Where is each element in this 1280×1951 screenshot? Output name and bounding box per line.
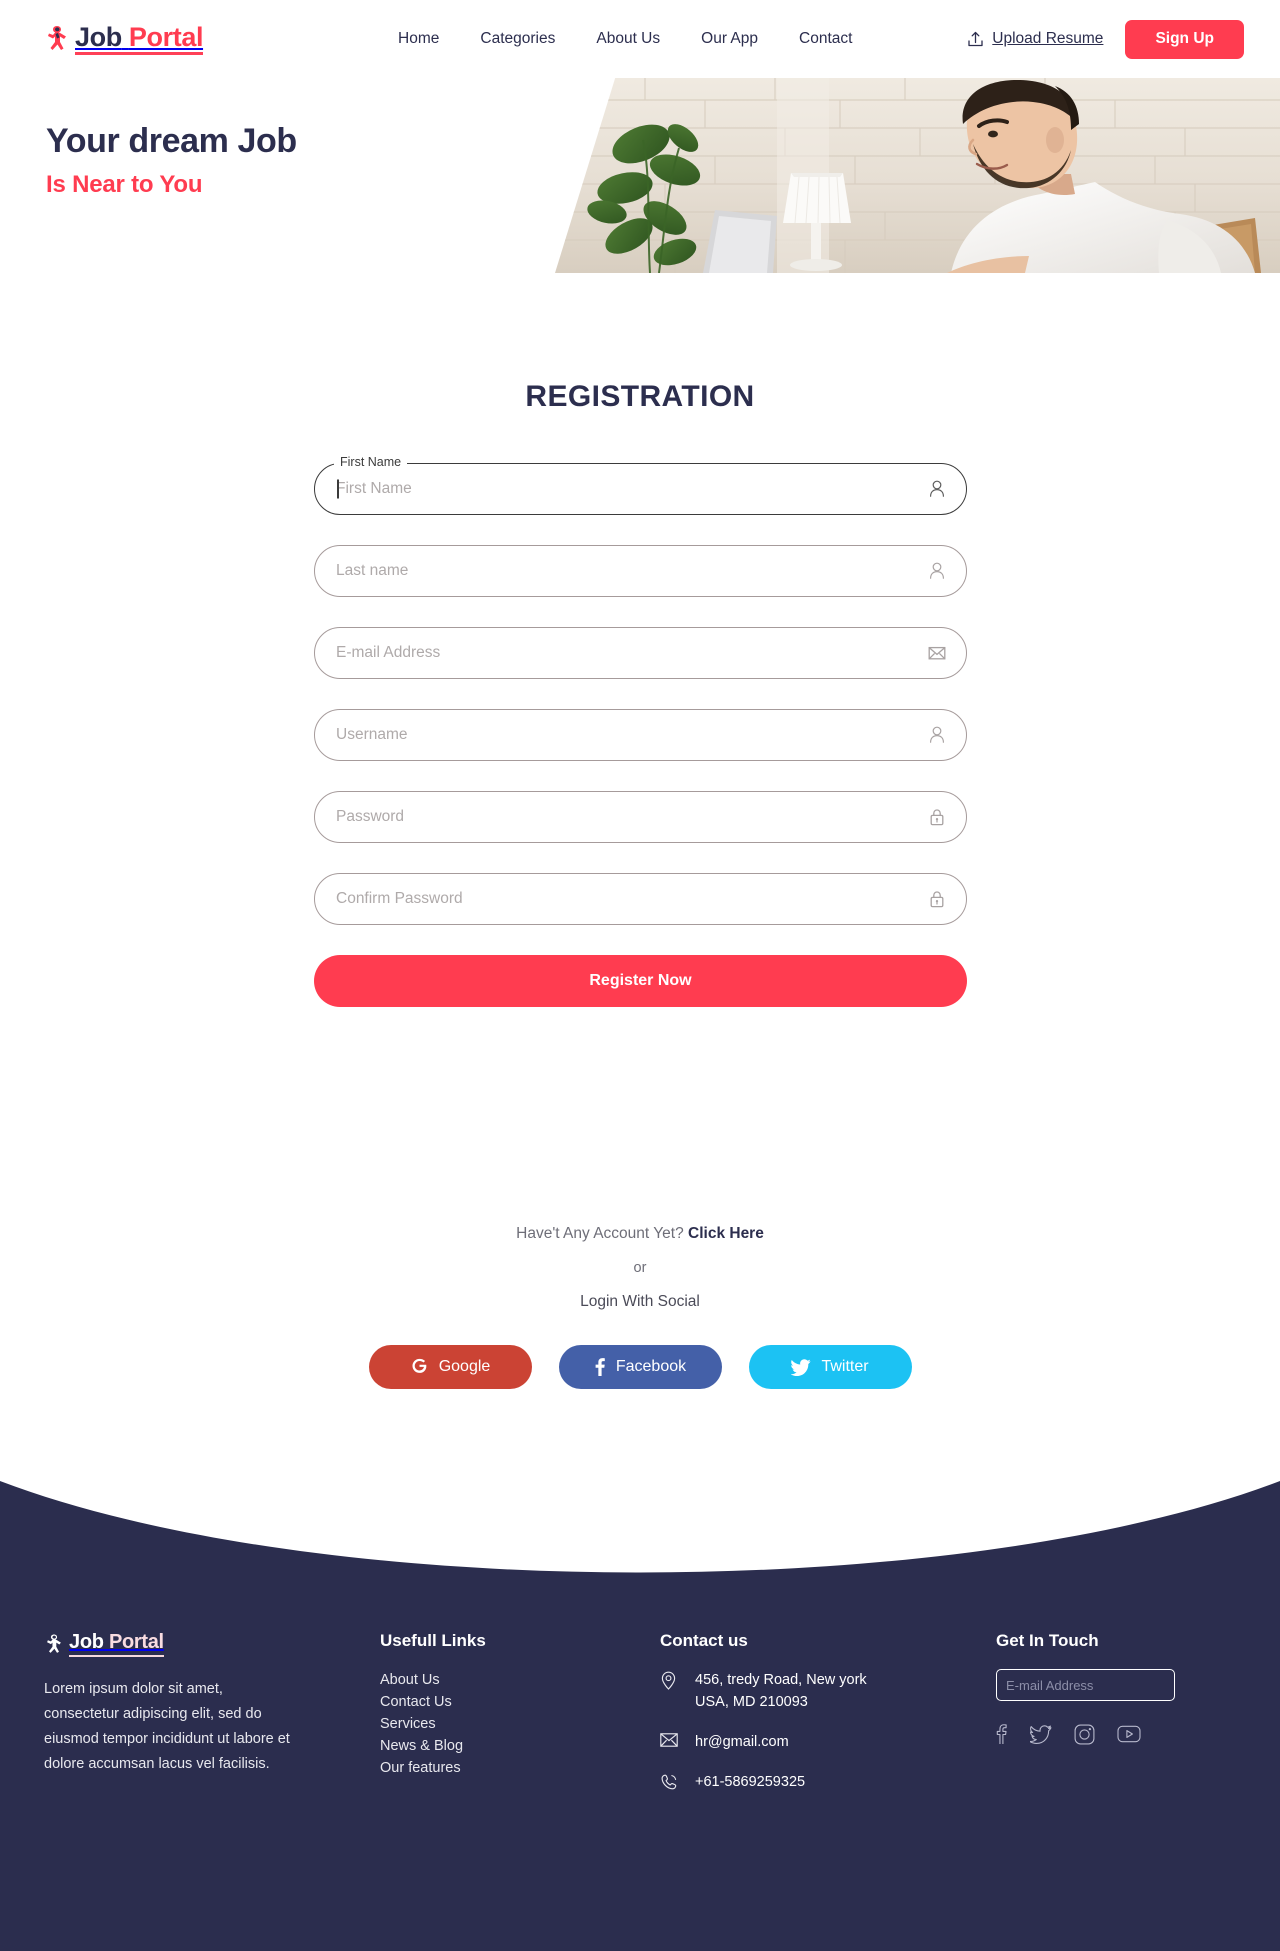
site-logo[interactable]: Job Portal — [44, 21, 204, 56]
footer-brand-column: Job Portal Lorem ipsum dolor sit amet, c… — [44, 1631, 380, 1814]
username-input[interactable] — [314, 709, 967, 761]
hero-section: Your dream Job Is Near to You — [0, 78, 1280, 273]
site-footer: Job Portal Lorem ipsum dolor sit amet, c… — [0, 1481, 1280, 1951]
runner-logo-icon — [47, 1634, 61, 1653]
footer-address-line-1: 456, tredy Road, New york — [695, 1672, 867, 1688]
footer-link-our-features[interactable]: Our features — [380, 1760, 660, 1776]
facebook-login-button[interactable]: Facebook — [558, 1345, 722, 1389]
click-here-link[interactable]: Click Here — [688, 1225, 764, 1242]
twitter-icon — [791, 1358, 812, 1376]
email-field[interactable] — [314, 627, 967, 679]
footer-phone-row: +61-5869259325 — [660, 1771, 996, 1796]
footer-get-in-touch-column: Get In Touch — [996, 1631, 1236, 1814]
phone-icon — [660, 1771, 678, 1796]
footer-link-contact-us[interactable]: Contact Us — [380, 1694, 660, 1710]
logo-text: Job Portal — [75, 21, 204, 56]
footer-email[interactable]: hr@gmail.com — [695, 1731, 789, 1753]
footer-social-icons — [996, 1723, 1236, 1745]
location-pin-icon — [660, 1669, 678, 1695]
nav-item-categories[interactable]: Categories — [480, 30, 555, 48]
have-account-row: Have't Any Account Yet? Click Here — [0, 1225, 1280, 1243]
last-name-field[interactable] — [314, 545, 967, 597]
nav-item-contact[interactable]: Contact — [799, 30, 852, 48]
text-caret — [337, 479, 339, 499]
footer-description: Lorem ipsum dolor sit amet, consectetur … — [44, 1681, 290, 1772]
or-divider-text: or — [633, 1260, 647, 1276]
logo-word-2: Portal — [128, 21, 204, 52]
upload-resume-link[interactable]: Upload Resume — [967, 30, 1103, 48]
twitter-login-button[interactable]: Twitter — [748, 1345, 912, 1389]
footer-logo[interactable]: Job Portal — [44, 1631, 380, 1657]
hero-title: Your dream Job — [46, 122, 297, 160]
hero-subtitle: Is Near to You — [46, 170, 203, 198]
site-header: Job Portal Home Categories About Us Our … — [0, 0, 1280, 78]
have-account-text: Have't Any Account Yet? — [516, 1225, 684, 1242]
subscribe-form — [996, 1669, 1175, 1701]
footer-link-services[interactable]: Services — [380, 1716, 660, 1732]
hero-photo — [555, 78, 1280, 273]
alt-login-block: Have't Any Account Yet? Click Here or Lo… — [0, 1225, 1280, 1311]
footer-logo-word-2: Portal — [108, 1631, 164, 1653]
footer-links-heading: Usefull Links — [380, 1631, 486, 1650]
footer-contact-heading: Contact us — [660, 1631, 748, 1650]
header-actions: Upload Resume Sign Up — [967, 19, 1244, 59]
footer-logo-text: Job Portal — [69, 1631, 164, 1657]
footer-logo-word-1: Job — [69, 1631, 104, 1653]
instagram-icon[interactable] — [1074, 1724, 1095, 1745]
footer-link-news-blog[interactable]: News & Blog — [380, 1738, 660, 1754]
social-login-buttons: Google Facebook Twitter — [0, 1345, 1280, 1389]
subscribe-email-input[interactable] — [997, 1670, 1174, 1700]
last-name-input[interactable] — [314, 545, 967, 597]
facebook-login-label: Facebook — [615, 1358, 687, 1375]
google-icon — [412, 1358, 427, 1373]
logo-word-1: Job — [75, 21, 122, 52]
footer-address-row: 456, tredy Road, New york USA, MD 210093 — [660, 1669, 996, 1713]
footer-email-row: hr@gmail.com — [660, 1731, 996, 1753]
username-field[interactable] — [314, 709, 967, 761]
registration-form: First Name First Name Last name E-mail A… — [314, 454, 967, 1007]
footer-address: 456, tredy Road, New york USA, MD 210093 — [695, 1669, 867, 1713]
password-input[interactable] — [314, 791, 967, 843]
first-name-field[interactable]: First Name — [314, 454, 967, 515]
nav-item-home[interactable]: Home — [398, 30, 439, 48]
nav-item-about-us[interactable]: About Us — [596, 30, 660, 48]
hero-photo-illustration — [555, 78, 1280, 273]
first-name-input[interactable] — [314, 463, 967, 515]
twitter-login-label: Twitter — [821, 1358, 869, 1375]
main-navigation: Home Categories About Us Our App Contact — [398, 30, 852, 48]
confirm-password-field[interactable] — [314, 873, 967, 925]
upload-resume-label: Upload Resume — [992, 30, 1104, 47]
first-name-label: First Name — [334, 454, 408, 470]
sign-up-button[interactable]: Sign Up — [1125, 19, 1244, 59]
confirm-password-input[interactable] — [314, 873, 967, 925]
twitter-icon[interactable] — [1029, 1724, 1052, 1744]
footer-curve-decoration — [0, 1481, 1280, 1576]
login-with-social-text: Login With Social — [580, 1293, 700, 1310]
facebook-icon — [595, 1358, 605, 1376]
footer-touch-heading: Get In Touch — [996, 1631, 1099, 1650]
footer-link-about-us[interactable]: About Us — [380, 1672, 660, 1688]
footer-columns: Job Portal Lorem ipsum dolor sit amet, c… — [0, 1631, 1280, 1814]
registration-title: REGISTRATION — [525, 380, 755, 413]
footer-links-list: About Us Contact Us Services News & Blog… — [380, 1672, 660, 1776]
upload-icon — [968, 31, 983, 47]
footer-address-line-2: USA, MD 210093 — [695, 1694, 808, 1710]
registration-page: Job Portal Home Categories About Us Our … — [0, 0, 1280, 1951]
footer-links-column: Usefull Links About Us Contact Us Servic… — [380, 1631, 660, 1814]
facebook-icon[interactable] — [996, 1723, 1008, 1745]
register-now-button[interactable]: Register Now — [314, 955, 967, 1007]
envelope-icon — [660, 1731, 678, 1752]
email-input[interactable] — [314, 627, 967, 679]
google-login-label: Google — [438, 1358, 491, 1375]
password-field[interactable] — [314, 791, 967, 843]
nav-item-our-app[interactable]: Our App — [701, 30, 758, 48]
footer-contact-column: Contact us 456, tredy Road, New york USA… — [660, 1631, 996, 1814]
runner-logo-icon — [48, 26, 66, 50]
google-login-button[interactable]: Google — [368, 1345, 532, 1389]
footer-phone[interactable]: +61-5869259325 — [695, 1771, 805, 1793]
hero-text-block: Your dream Job Is Near to You — [46, 120, 297, 199]
youtube-icon[interactable] — [1117, 1725, 1141, 1743]
